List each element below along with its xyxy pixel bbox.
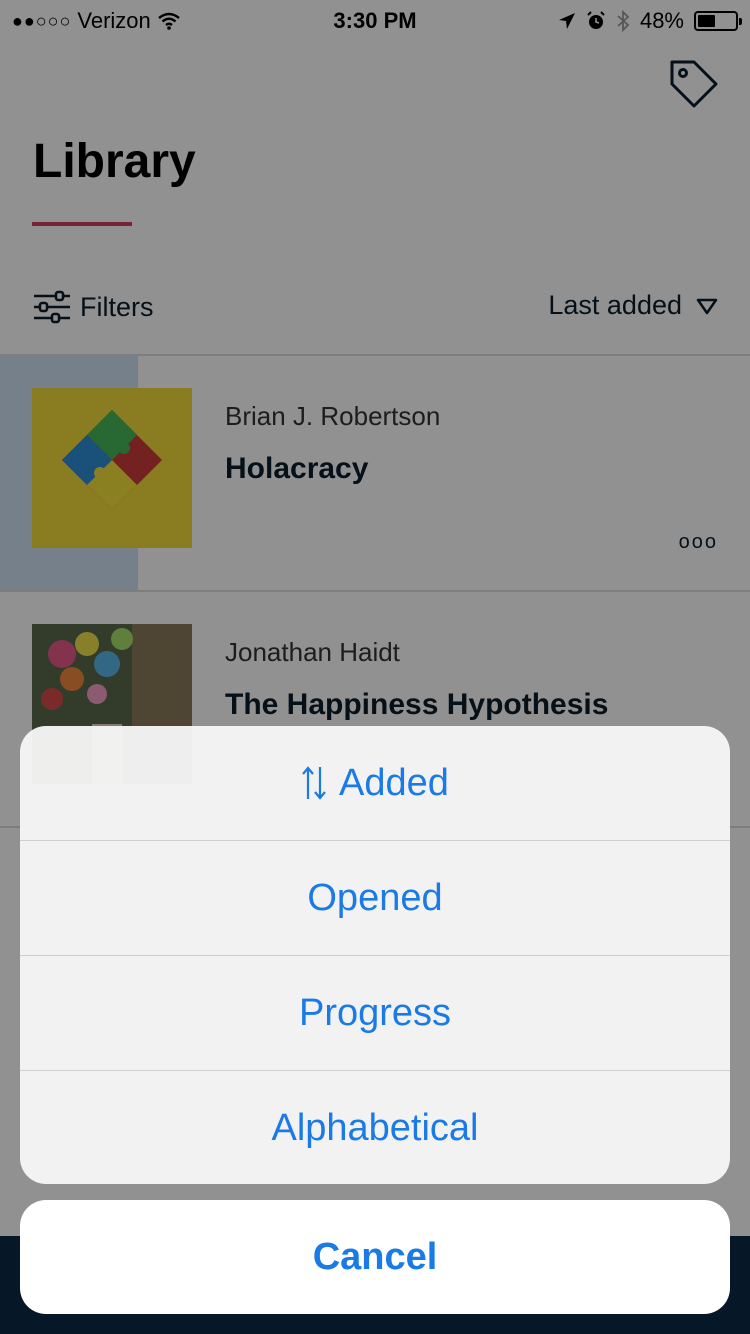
sort-action-sheet: Added Opened Progress Alphabetical [20, 726, 730, 1184]
sort-option-label: Alphabetical [271, 1107, 479, 1149]
sort-arrows-icon [302, 766, 326, 800]
sort-option-label: Opened [307, 876, 443, 919]
sort-option-opened[interactable]: Opened [20, 841, 730, 956]
sort-option-alphabetical[interactable]: Alphabetical [20, 1071, 730, 1184]
sort-option-progress[interactable]: Progress [20, 956, 730, 1071]
sort-option-label: Progress [298, 991, 452, 1034]
sort-option-label: Added [339, 761, 449, 804]
cancel-button[interactable]: Cancel [20, 1200, 730, 1314]
sort-option-added[interactable]: Added [20, 726, 730, 841]
